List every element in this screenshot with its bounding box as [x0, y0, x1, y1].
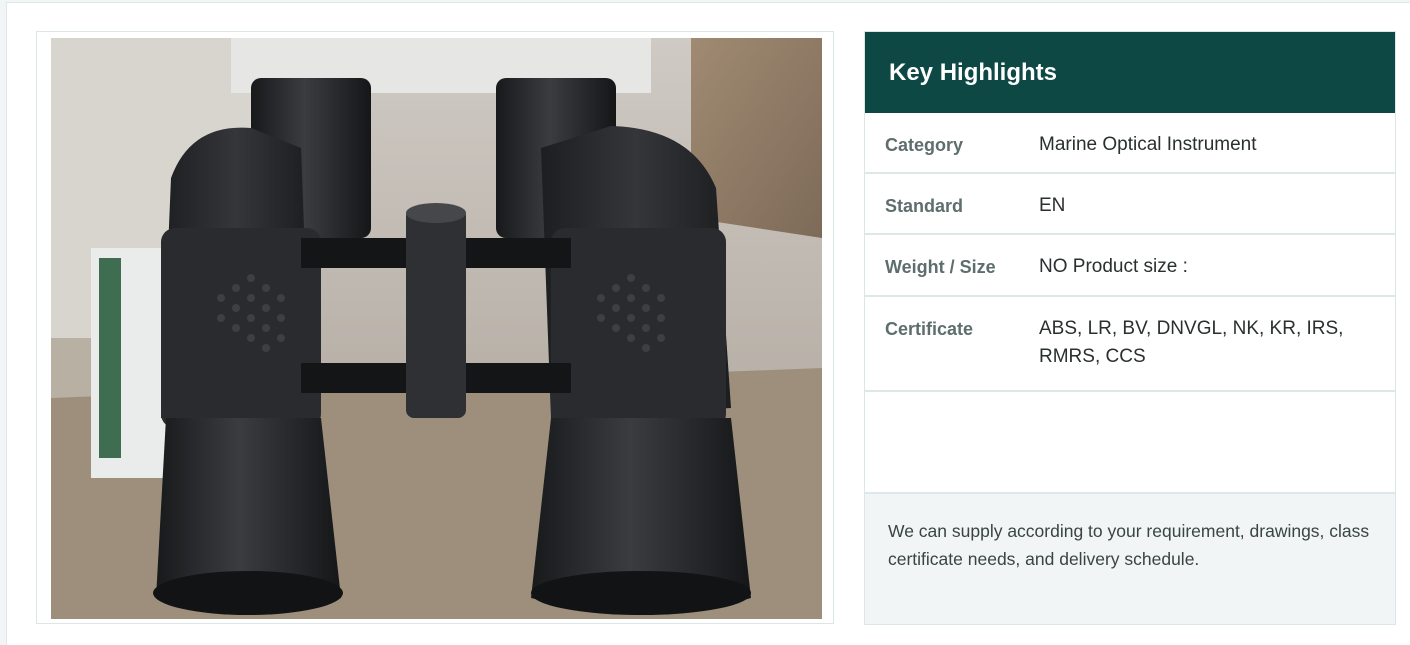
- highlight-label: Certificate: [885, 319, 974, 339]
- highlight-value: ABS, LR, BV, DNVGL, NK, KR, IRS, RMRS, C…: [1039, 318, 1344, 367]
- highlight-row-certificate: Certificate ABS, LR, BV, DNVGL, NK, KR, …: [865, 297, 1395, 392]
- highlight-row-weight-size: Weight / Size NO Product size :: [865, 235, 1395, 297]
- product-section: Key Highlights Category Marine Optical I…: [6, 2, 1410, 645]
- highlight-label: Category: [885, 135, 964, 155]
- key-highlights-title: Key Highlights: [865, 32, 1395, 113]
- highlight-label: Standard: [885, 196, 964, 216]
- product-photo[interactable]: [51, 38, 822, 619]
- highlight-spacer: [865, 392, 1395, 494]
- highlight-row-standard: Standard EN: [865, 174, 1395, 235]
- highlight-value: EN: [1039, 195, 1066, 216]
- highlight-value: Marine Optical Instrument: [1039, 134, 1257, 155]
- highlight-row-category: Category Marine Optical Instrument: [865, 113, 1395, 174]
- key-highlights-card: Key Highlights Category Marine Optical I…: [864, 31, 1396, 625]
- supply-note: We can supply according to your requirem…: [865, 494, 1395, 624]
- highlight-value: NO Product size :: [1039, 256, 1188, 277]
- highlight-label: Weight / Size: [885, 257, 996, 277]
- product-image-panel: [36, 31, 834, 624]
